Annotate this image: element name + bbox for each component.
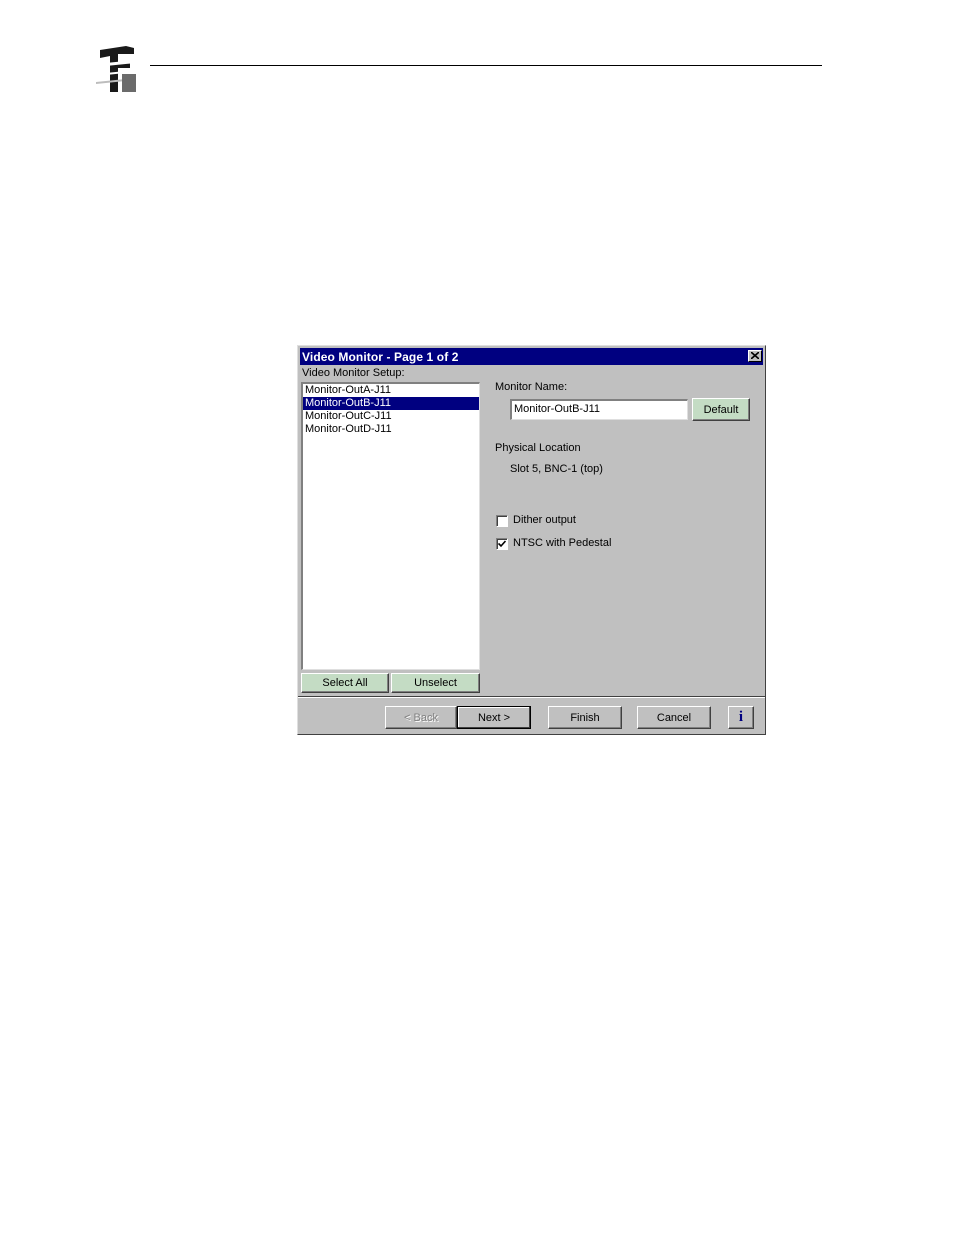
back-button[interactable]: < Back (385, 706, 457, 729)
dither-output-label[interactable]: Dither output (513, 514, 576, 526)
close-icon (751, 352, 759, 359)
list-item[interactable]: Monitor-OutB-J11 (303, 397, 479, 410)
video-monitor-setup-label: Video Monitor Setup: (302, 367, 405, 379)
default-button[interactable]: Default (692, 398, 750, 421)
footer-separator-highlight (298, 697, 765, 698)
monitor-name-label: Monitor Name: (495, 381, 568, 393)
company-logo (96, 44, 138, 94)
finish-button[interactable]: Finish (548, 706, 622, 729)
unselect-button[interactable]: Unselect (391, 673, 480, 693)
next-button[interactable]: Next > (457, 706, 531, 729)
video-monitor-dialog: Video Monitor - Page 1 of 2 Video Monito… (297, 345, 766, 735)
info-button[interactable]: i (728, 706, 754, 729)
physical-location-label: Physical Location (495, 442, 581, 454)
physical-location-value: Slot 5, BNC-1 (top) (510, 463, 603, 475)
dialog-titlebar[interactable]: Video Monitor - Page 1 of 2 (300, 348, 763, 365)
monitor-listbox[interactable]: Monitor-OutA-J11 Monitor-OutB-J11 Monito… (301, 382, 480, 670)
cancel-button[interactable]: Cancel (637, 706, 711, 729)
close-button[interactable] (748, 350, 762, 362)
list-item[interactable]: Monitor-OutD-J11 (303, 423, 479, 436)
select-all-button[interactable]: Select All (301, 673, 389, 693)
list-item[interactable]: Monitor-OutA-J11 (303, 384, 479, 397)
ntsc-pedestal-checkbox[interactable] (496, 538, 508, 550)
monitor-name-input[interactable]: Monitor-OutB-J11 (510, 399, 688, 420)
dialog-title: Video Monitor - Page 1 of 2 (302, 350, 459, 364)
header-rule (150, 65, 822, 66)
ntsc-pedestal-label[interactable]: NTSC with Pedestal (513, 537, 611, 549)
checkmark-icon (498, 540, 506, 548)
list-item[interactable]: Monitor-OutC-J11 (303, 410, 479, 423)
dither-output-checkbox[interactable] (496, 515, 508, 527)
